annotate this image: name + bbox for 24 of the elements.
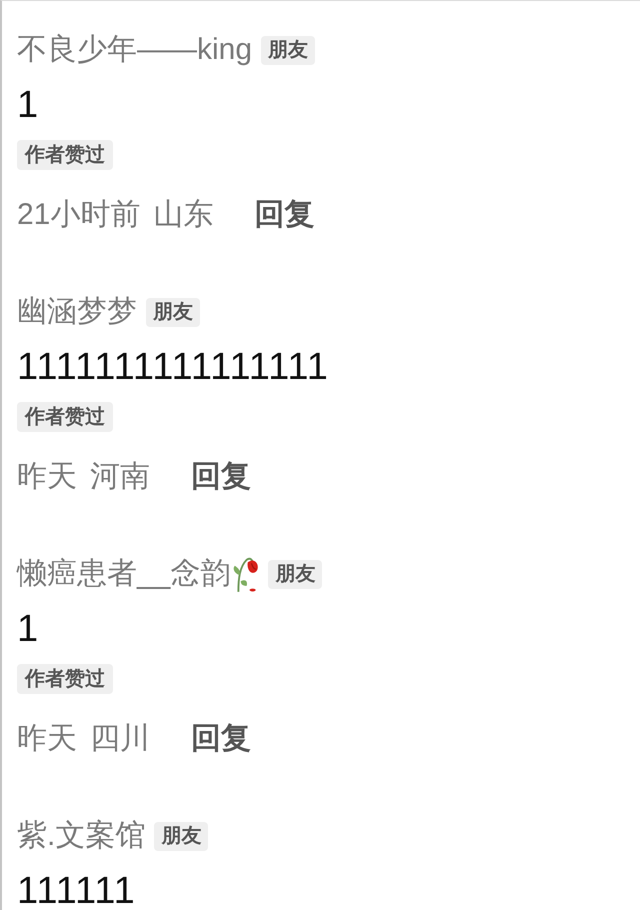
author-name[interactable]: 紫.文案馆	[17, 816, 146, 856]
comment-text: 1	[17, 85, 40, 125]
author-liked-badge: 作者赞过	[17, 664, 113, 694]
friend-tag: 朋友	[154, 822, 208, 850]
friend-tag: 朋友	[146, 298, 200, 326]
author-name[interactable]: 幽涵梦梦	[17, 292, 137, 332]
reply-button[interactable]: 回复	[191, 719, 251, 759]
reply-button[interactable]: 回复	[254, 195, 314, 235]
author-liked-badge: 作者赞过	[17, 140, 113, 170]
comment-location: 河南	[90, 459, 150, 495]
reply-button[interactable]: 回复	[191, 457, 251, 497]
author-liked-badge: 作者赞过	[17, 402, 113, 432]
author-name[interactable]: 懒癌患者__念韵	[17, 554, 230, 594]
comment-location: 山东	[153, 197, 214, 233]
friend-tag: 朋友	[261, 36, 316, 64]
comment-text: 111111	[17, 871, 136, 910]
comment-location: 四川	[90, 721, 150, 757]
comment-time: 昨天	[17, 459, 77, 495]
comment-time: 21小时前	[17, 197, 140, 233]
comment-text: 1	[17, 609, 40, 649]
author-name[interactable]: 不良少年——king	[17, 30, 252, 70]
friend-tag: 朋友	[268, 560, 322, 588]
comment-text: 1111111111111111	[17, 347, 329, 387]
comment-time: 昨天	[17, 721, 77, 757]
